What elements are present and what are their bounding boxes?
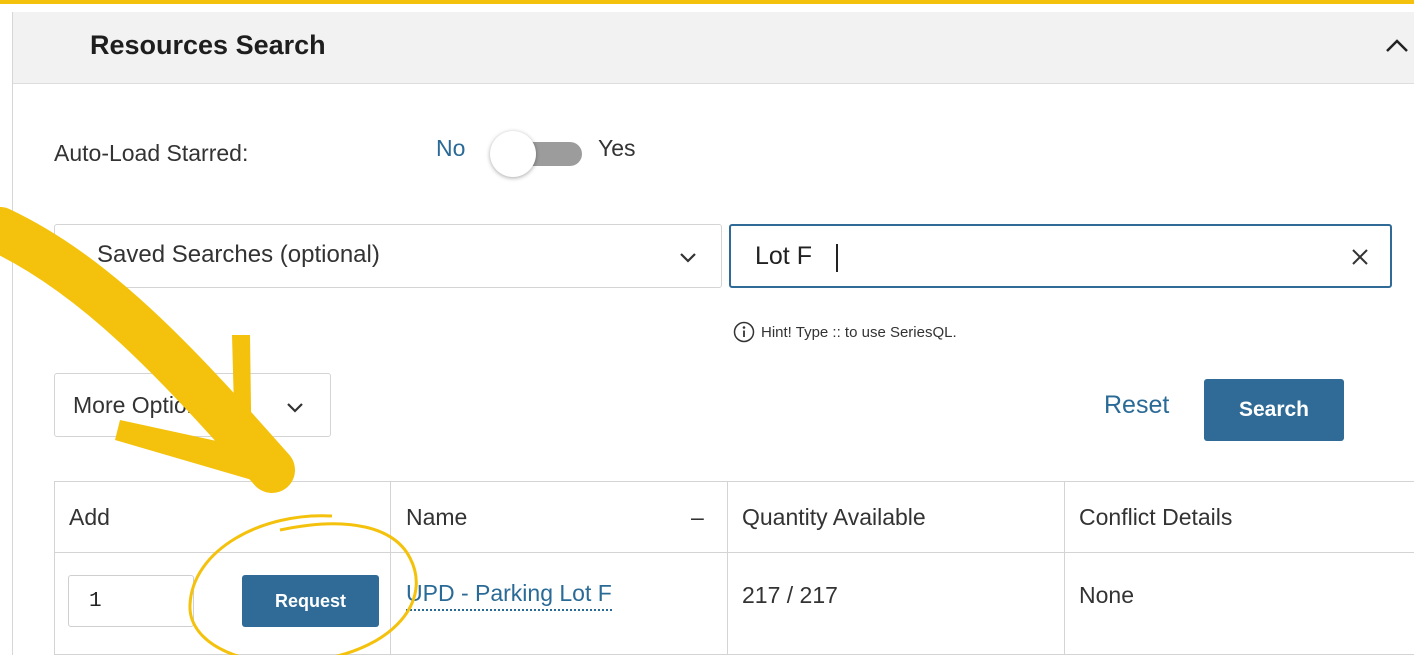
- more-options-label: More Options: [73, 392, 212, 418]
- text-caret: [836, 244, 838, 272]
- top-accent-border: [0, 0, 1414, 4]
- results-table: Add Name – Quantity Available Conflict D…: [54, 481, 1414, 655]
- quantity-available-value: 217 / 217: [742, 582, 838, 608]
- quantity-input[interactable]: [68, 575, 194, 627]
- column-header-name[interactable]: Name: [406, 504, 467, 531]
- toggle-off-label: No: [436, 135, 466, 161]
- saved-searches-select[interactable]: Saved Searches (optional): [54, 224, 722, 288]
- chevron-down-icon: [287, 403, 303, 413]
- column-header-quantity: Quantity Available: [742, 504, 926, 530]
- resource-name-link[interactable]: UPD - Parking Lot F: [406, 580, 612, 611]
- chevron-up-icon[interactable]: [1383, 32, 1411, 60]
- conflict-details-value: None: [1079, 582, 1134, 608]
- reset-link[interactable]: Reset: [1104, 391, 1169, 420]
- toggle-on-label: Yes: [598, 135, 636, 161]
- search-button[interactable]: Search: [1204, 379, 1344, 441]
- panel-title: Resources Search: [90, 30, 326, 60]
- header-separator: [55, 552, 1414, 553]
- auto-load-label: Auto-Load Starred:: [54, 140, 249, 166]
- more-options-dropdown[interactable]: More Options: [54, 373, 331, 437]
- column-header-conflicts: Conflict Details: [1079, 504, 1233, 530]
- seriesql-hint: Hint! Type :: to use SeriesQL.: [733, 321, 957, 343]
- panel-header[interactable]: Resources Search: [13, 12, 1414, 84]
- chevron-down-icon: [680, 253, 696, 263]
- search-input[interactable]: [729, 224, 1392, 288]
- column-header-add: Add: [69, 504, 110, 530]
- request-button[interactable]: Request: [242, 575, 379, 627]
- hint-text: Hint! Type :: to use SeriesQL.: [761, 323, 957, 341]
- sort-indicator-icon[interactable]: –: [691, 504, 704, 531]
- info-icon: [733, 321, 755, 343]
- saved-searches-placeholder: Saved Searches (optional): [97, 241, 380, 268]
- close-icon[interactable]: [1350, 247, 1370, 267]
- auto-load-toggle-knob[interactable]: [490, 131, 536, 177]
